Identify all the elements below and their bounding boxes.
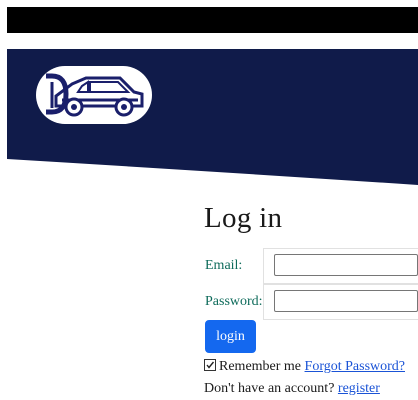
register-link[interactable]: register xyxy=(338,381,380,396)
email-label: Email: xyxy=(205,258,243,273)
login-button[interactable]: login xyxy=(205,320,256,353)
page-title: Log in xyxy=(204,202,283,234)
password-label: Password: xyxy=(205,294,263,309)
remember-row: Remember me Forgot Password? xyxy=(204,359,405,375)
email-input[interactable] xyxy=(274,254,418,276)
register-row: Don't have an account? register xyxy=(204,381,380,397)
login-page: Log in Email: Password: login Remember m… xyxy=(0,0,418,400)
email-field-cell xyxy=(263,248,418,284)
no-account-text: Don't have an account? xyxy=(204,381,335,396)
password-field-cell xyxy=(263,284,418,320)
remember-me-checkbox[interactable] xyxy=(204,359,216,371)
van-logo-icon xyxy=(46,73,144,117)
checkmark-icon xyxy=(206,361,215,369)
forgot-password-link[interactable]: Forgot Password? xyxy=(305,359,405,374)
brand-logo[interactable] xyxy=(36,66,152,124)
remember-me-label: Remember me xyxy=(219,359,302,374)
password-input[interactable] xyxy=(274,290,418,312)
top-bar xyxy=(7,7,418,33)
